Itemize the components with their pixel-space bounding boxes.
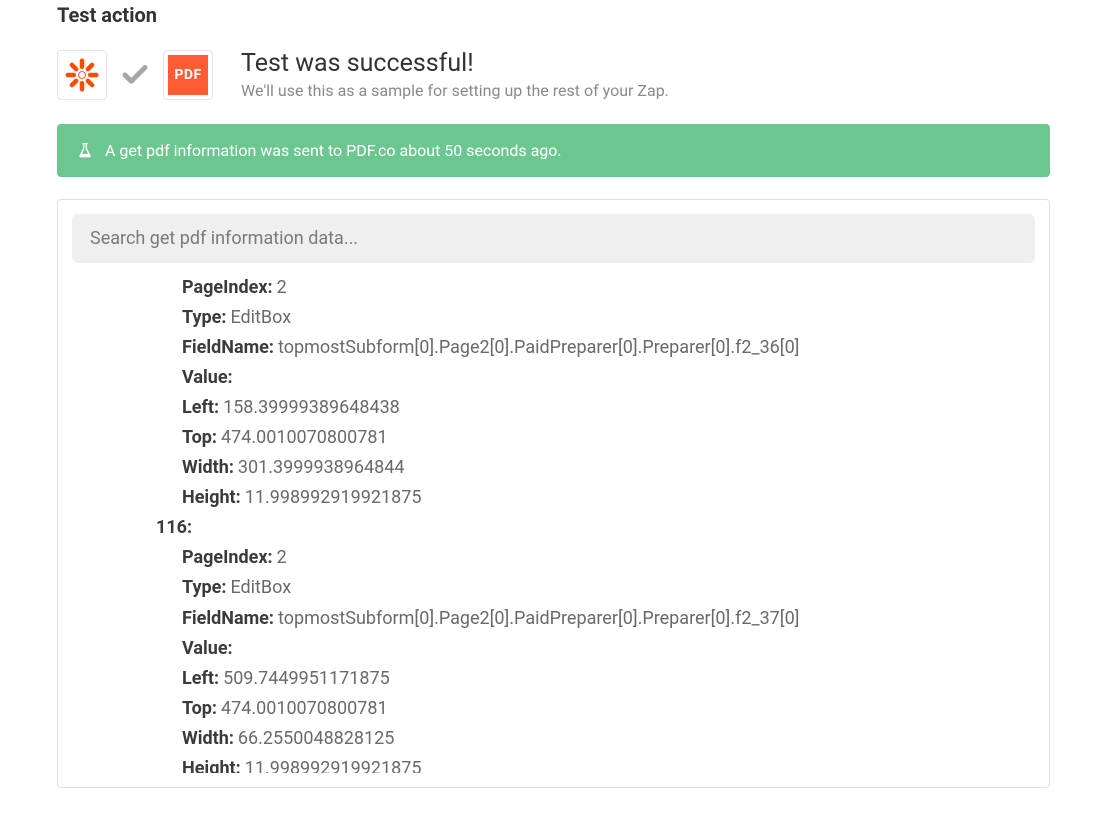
field-row: Top:474.0010070800781 bbox=[182, 423, 1017, 453]
field-value: topmostSubform[0].Page2[0].PaidPreparer[… bbox=[278, 337, 799, 358]
field-value: 158.39999389648438 bbox=[223, 397, 400, 418]
test-success-title: Test was successful! bbox=[241, 49, 669, 79]
field-key: Type: bbox=[182, 307, 226, 328]
field-value: 66.2550048828125 bbox=[238, 728, 395, 749]
field-row: Width:301.3999938964844 bbox=[182, 453, 1017, 483]
flask-icon bbox=[77, 142, 93, 160]
field-row: Left:509.7449951171875 bbox=[182, 664, 1017, 694]
field-row: Type:EditBox bbox=[182, 303, 1017, 333]
pdfco-app-icon: PDF bbox=[163, 50, 213, 100]
field-key: Value: bbox=[182, 638, 233, 659]
field-row: Value: bbox=[182, 634, 1017, 664]
field-key: FieldName: bbox=[182, 608, 274, 629]
field-row: Top:474.0010070800781 bbox=[182, 694, 1017, 724]
zapier-icon bbox=[62, 55, 102, 95]
field-value: 509.7449951171875 bbox=[223, 668, 390, 689]
field-value: 474.0010070800781 bbox=[221, 698, 388, 719]
field-row: Left:158.39999389648438 bbox=[182, 393, 1017, 423]
field-value: 474.0010070800781 bbox=[221, 427, 388, 448]
alert-success: A get pdf information was sent to PDF.co… bbox=[57, 124, 1050, 177]
field-key: Top: bbox=[182, 427, 217, 448]
results-scroll[interactable]: PageIndex:2 Type:EditBox FieldName:topmo… bbox=[72, 273, 1035, 773]
field-value: 11.998992919921875 bbox=[245, 487, 422, 508]
field-key: FieldName: bbox=[182, 337, 274, 358]
alert-text: A get pdf information was sent to PDF.co… bbox=[105, 141, 562, 160]
field-row: Width:66.2550048828125 bbox=[182, 724, 1017, 754]
field-row: Height: 11.998992919921875 bbox=[182, 754, 1017, 773]
field-value: 2 bbox=[277, 277, 287, 298]
field-row: PageIndex:2 bbox=[182, 543, 1017, 573]
field-row: FieldName:topmostSubform[0].Page2[0].Pai… bbox=[182, 604, 1017, 634]
test-success-subtitle: We'll use this as a sample for setting u… bbox=[241, 81, 669, 100]
field-row: FieldName:topmostSubform[0].Page2[0].Pai… bbox=[182, 333, 1017, 363]
field-value: 2 bbox=[277, 547, 287, 568]
field-value: topmostSubform[0].Page2[0].PaidPreparer[… bbox=[278, 608, 799, 629]
field-key: PageIndex: bbox=[182, 277, 273, 298]
field-key: Width: bbox=[182, 457, 234, 478]
field-value: EditBox bbox=[230, 307, 291, 328]
field-key: Height: bbox=[182, 487, 241, 508]
check-icon bbox=[119, 59, 151, 91]
field-value: 301.3999938964844 bbox=[238, 457, 405, 478]
field-key: PageIndex: bbox=[182, 547, 273, 568]
field-value: 11.998992919921875 bbox=[245, 758, 422, 773]
field-row: Height:11.998992919921875 bbox=[182, 483, 1017, 513]
search-input[interactable]: Search get pdf information data... bbox=[72, 214, 1035, 263]
results-data-list: PageIndex:2 Type:EditBox FieldName:topmo… bbox=[72, 273, 1017, 773]
field-value: EditBox bbox=[230, 577, 291, 598]
field-key: Left: bbox=[182, 397, 219, 418]
field-row: PageIndex:2 bbox=[182, 273, 1017, 303]
test-header-row: PDF Test was successful! We'll use this … bbox=[57, 49, 1050, 100]
field-key: Left: bbox=[182, 668, 219, 689]
field-row: Value: bbox=[182, 363, 1017, 393]
pdf-icon: PDF bbox=[168, 55, 208, 95]
zapier-app-icon bbox=[57, 50, 107, 100]
field-key: Value: bbox=[182, 367, 233, 388]
results-panel: Search get pdf information data... PageI… bbox=[57, 199, 1050, 788]
field-row: Type:EditBox bbox=[182, 573, 1017, 603]
group-header: 116: bbox=[156, 513, 1017, 543]
field-key: Type: bbox=[182, 577, 226, 598]
field-key: Top: bbox=[182, 698, 217, 719]
field-key: Height: bbox=[182, 758, 241, 773]
section-title: Test action bbox=[57, 0, 1050, 27]
field-key: Width: bbox=[182, 728, 234, 749]
